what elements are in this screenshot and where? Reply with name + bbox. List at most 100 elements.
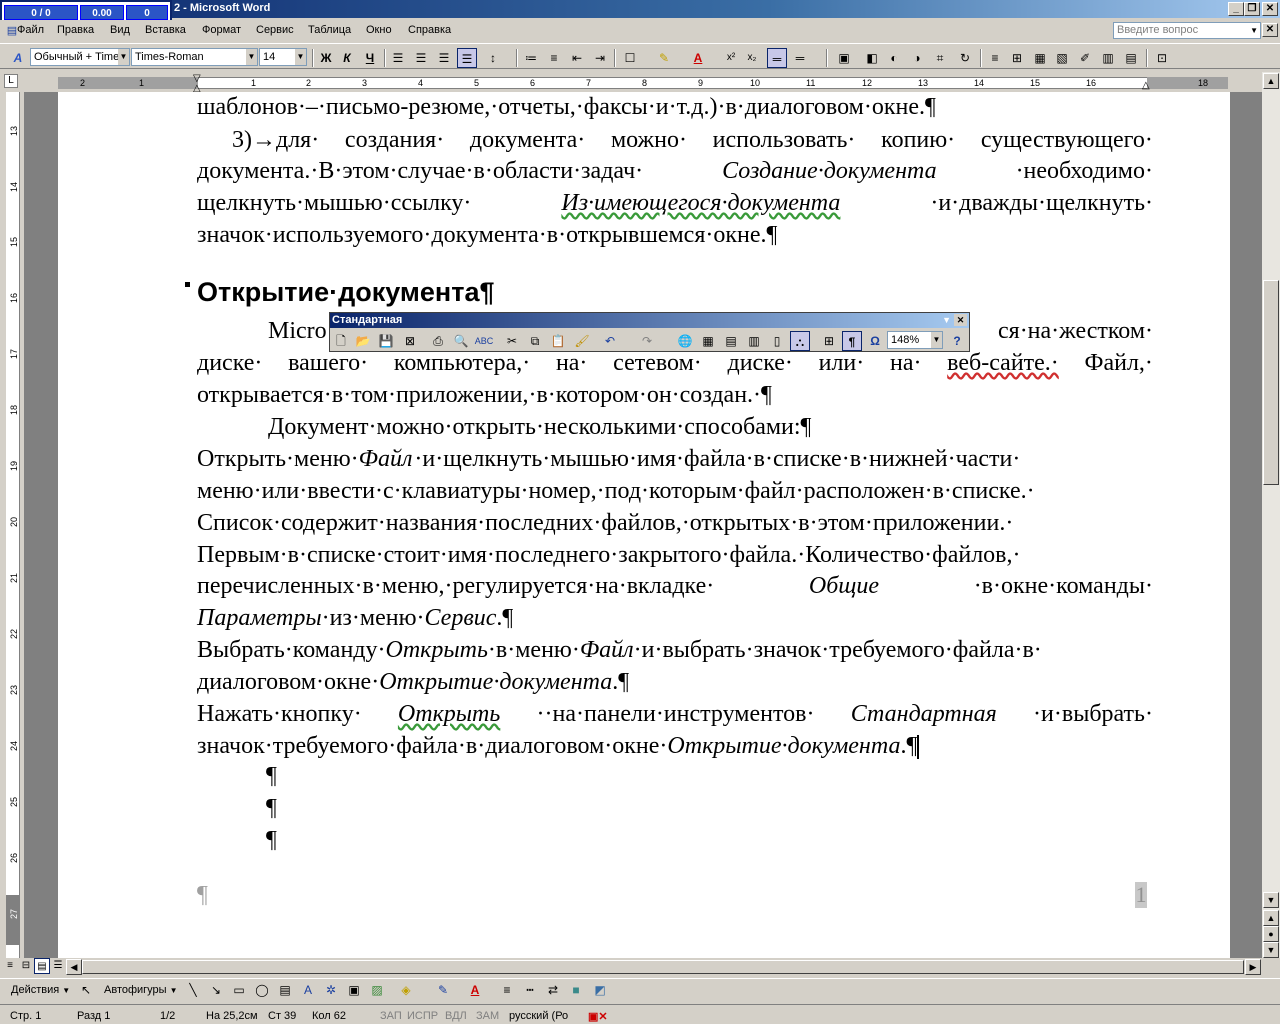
- align-center-icon[interactable]: ☰: [411, 48, 431, 68]
- menu-table[interactable]: Таблица: [308, 24, 351, 36]
- new-document-icon[interactable]: 🗋: [331, 331, 351, 351]
- chevron-down-icon[interactable]: ▼: [295, 49, 306, 65]
- close-button[interactable]: ✕: [1262, 2, 1278, 16]
- diagram-icon[interactable]: ✲: [321, 980, 341, 1000]
- format-painter-icon[interactable]: 🖌: [572, 331, 592, 351]
- show-hide-icon[interactable]: ¶: [842, 331, 862, 351]
- document-map-icon[interactable]: ⊞: [819, 331, 839, 351]
- print-preview-icon[interactable]: 🔍: [451, 331, 471, 351]
- toolbar-title-bar[interactable]: Стандартная ▼ ✕: [330, 313, 969, 328]
- right-indent-marker[interactable]: △: [1142, 80, 1150, 91]
- reset-picture-icon[interactable]: ▥: [1098, 48, 1118, 68]
- 3d-style-icon[interactable]: ◩: [590, 980, 610, 1000]
- transparent-color-icon[interactable]: ✐: [1075, 48, 1095, 68]
- brightness-icon[interactable]: ◑: [907, 48, 927, 68]
- line-spacing-icon[interactable]: ↕: [483, 48, 503, 68]
- highlight-icon[interactable]: ✎: [654, 48, 674, 68]
- align-left-icon[interactable]: ☰: [388, 48, 408, 68]
- standard-toolbar-floating[interactable]: Стандартная ▼ ✕ 🗋 📂 💾 ⊠ ⎙ 🔍 ABC ✂ ⧉ 📋 🖌 …: [329, 312, 970, 352]
- toolbar-options-icon[interactable]: ▼: [942, 313, 951, 328]
- menu-format[interactable]: Формат: [202, 24, 241, 36]
- arrow-icon[interactable]: ↘: [206, 980, 226, 1000]
- menu-view[interactable]: Вид: [110, 24, 130, 36]
- font-color-icon[interactable]: A: [465, 980, 485, 1000]
- paste-icon[interactable]: 📋: [548, 331, 568, 351]
- picture-color-icon[interactable]: ◧: [862, 48, 882, 68]
- font-combo[interactable]: Times-Roman ▼: [131, 48, 258, 66]
- decrease-indent-icon[interactable]: ⇤: [567, 48, 587, 68]
- insert-picture-icon[interactable]: ▣: [834, 48, 854, 68]
- copy-icon[interactable]: ⧉: [525, 331, 545, 351]
- permission-icon[interactable]: ⊠: [400, 331, 420, 351]
- italic-button[interactable]: К: [337, 48, 357, 68]
- rotate-icon[interactable]: ↻: [955, 48, 975, 68]
- web-view-icon[interactable]: ⊟: [18, 958, 34, 974]
- insert-excel-icon[interactable]: ▥: [744, 331, 764, 351]
- picture-icon[interactable]: ▨: [367, 980, 387, 1000]
- oval-icon[interactable]: ◯: [252, 980, 272, 1000]
- normal-view-icon[interactable]: ≡: [2, 958, 18, 974]
- undo-icon[interactable]: ↶: [600, 331, 620, 351]
- arrow-style-icon[interactable]: ⇄: [543, 980, 563, 1000]
- bullets-icon[interactable]: ≡: [544, 48, 564, 68]
- vertical-scrollbar[interactable]: [1262, 72, 1280, 958]
- symbol-icon[interactable]: Ω: [865, 331, 885, 351]
- format-picture-icon[interactable]: ▧: [1052, 48, 1072, 68]
- indent-marker[interactable]: ▽ △: [193, 74, 203, 94]
- contrast-icon[interactable]: ◐: [884, 48, 904, 68]
- font-size-combo[interactable]: 14 ▼: [259, 48, 307, 66]
- doc-close-button[interactable]: ✕: [1262, 23, 1278, 37]
- style-combo[interactable]: Обычный + Time ▼: [30, 48, 130, 66]
- scroll-down-icon[interactable]: ▼: [1263, 892, 1279, 908]
- double-line-icon[interactable]: ═: [790, 48, 810, 68]
- select-objects-icon[interactable]: ↖: [76, 980, 96, 1000]
- columns-icon[interactable]: ▯: [767, 331, 787, 351]
- status-overtype[interactable]: ЗАМ: [476, 1010, 499, 1022]
- border-icon[interactable]: ☐: [620, 48, 640, 68]
- restore-button[interactable]: ❐: [1244, 2, 1260, 16]
- select-browse-object-icon[interactable]: ●: [1263, 926, 1279, 942]
- status-record-macro[interactable]: ЗАП: [380, 1010, 402, 1022]
- ask-dropdown-icon[interactable]: ▼: [1250, 23, 1258, 38]
- text-box-icon[interactable]: ▤: [275, 980, 295, 1000]
- line-icon[interactable]: ╲: [183, 980, 203, 1000]
- tables-borders-icon[interactable]: ▦: [698, 331, 718, 351]
- scroll-up-icon[interactable]: ▲: [1263, 73, 1279, 89]
- status-language[interactable]: русский (Ро: [509, 1010, 568, 1022]
- chevron-down-icon[interactable]: ▼: [246, 49, 257, 65]
- drawing-icon[interactable]: ⛬: [790, 331, 810, 351]
- menu-window[interactable]: Окно: [366, 24, 392, 36]
- bold-button[interactable]: Ж: [316, 48, 336, 68]
- scroll-left-icon[interactable]: ◀: [66, 959, 82, 975]
- menu-file[interactable]: Файл: [17, 24, 44, 36]
- autoshapes-menu[interactable]: Автофигуры ▼: [104, 984, 178, 996]
- spelling-icon[interactable]: ABC: [474, 331, 494, 351]
- minimize-button[interactable]: _: [1228, 2, 1244, 16]
- subscript-icon[interactable]: x₂: [742, 48, 762, 68]
- cut-icon[interactable]: ✂: [502, 331, 522, 351]
- align-right-icon[interactable]: ☰: [434, 48, 454, 68]
- line-color-icon[interactable]: ✎: [433, 980, 453, 1000]
- next-page-icon[interactable]: ▼: [1263, 942, 1279, 958]
- menu-insert[interactable]: Вставка: [145, 24, 186, 36]
- print-layout-icon[interactable]: ▤: [34, 958, 50, 974]
- horizontal-scroll-thumb[interactable]: [82, 960, 1244, 974]
- text-wrap-icon[interactable]: ▦: [1030, 48, 1050, 68]
- grid-icon[interactable]: ⊡: [1152, 48, 1172, 68]
- chevron-down-icon[interactable]: ▼: [118, 49, 129, 65]
- actions-menu[interactable]: Действия ▼: [11, 984, 70, 996]
- shadow-style-icon[interactable]: ■: [566, 980, 586, 1000]
- open-icon[interactable]: 📂: [353, 331, 373, 351]
- line-style-icon[interactable]: ≡: [985, 48, 1005, 68]
- superscript-icon[interactable]: x²: [721, 48, 741, 68]
- numbering-icon[interactable]: ≔: [521, 48, 541, 68]
- print-icon[interactable]: ⎙: [428, 331, 448, 351]
- font-color-icon[interactable]: A: [688, 48, 708, 68]
- chevron-down-icon[interactable]: ▼: [931, 332, 942, 348]
- scroll-right-icon[interactable]: ▶: [1245, 959, 1261, 975]
- ask-question-input[interactable]: Введите вопрос ▼: [1113, 22, 1261, 39]
- hyperlink-icon[interactable]: 🌐: [675, 331, 695, 351]
- menu-edit[interactable]: Правка: [57, 24, 94, 36]
- increase-indent-icon[interactable]: ⇥: [590, 48, 610, 68]
- justify-icon[interactable]: ☰: [457, 48, 477, 68]
